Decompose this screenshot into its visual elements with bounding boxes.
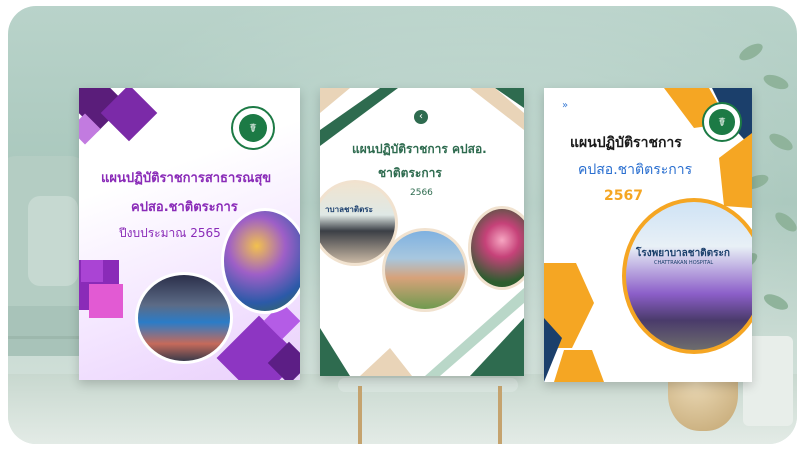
- photo-banner-text: าบาลชาติตระ: [325, 205, 373, 214]
- background-table: [338, 378, 518, 392]
- plan-cover-2566[interactable]: ‹ แผนปฏิบัติราชการ คปสอ. ชาติตระการ 2566…: [320, 88, 524, 376]
- background-cushion: [28, 196, 78, 286]
- cover-year: 2567: [604, 188, 643, 204]
- cover-title: แผนปฏิบัติราชการสาธารณสุข: [101, 171, 272, 186]
- ministry-logo-icon: ☤: [702, 102, 742, 142]
- table-leg: [358, 386, 362, 444]
- chevron-right-icon: »: [562, 100, 569, 111]
- chevron-left-icon: ‹: [414, 110, 428, 124]
- building-photo: [382, 228, 468, 312]
- event-photo: [221, 208, 300, 314]
- photo-banner-text: โรงพยาบาลชาติตระก: [636, 248, 730, 259]
- cover-year: 2566: [410, 188, 433, 198]
- plan-cover-2565[interactable]: ☤ แผนปฏิบัติราชการสาธารณสุข คปสอ.ชาติตระ…: [79, 88, 300, 380]
- cover-title: แผนปฏิบัติราชการ: [570, 135, 682, 151]
- table-leg: [498, 386, 502, 444]
- cover-subtitle: ชาติตระการ: [378, 166, 442, 180]
- cover-subtitle: คปสอ.ชาติตระการ: [131, 200, 238, 215]
- cover-year: ปีงบประมาณ 2565: [119, 226, 221, 240]
- cover-subtitle: คปสอ.ชาติตระการ: [578, 162, 693, 178]
- plan-cover-2567[interactable]: » ☤ แผนปฏิบัติราชการ คปสอ.ชาติตระการ 256…: [544, 88, 752, 382]
- ministry-logo-icon: ☤: [231, 106, 275, 150]
- photo-banner-sub: CHATTRAKAN HOSPITAL: [654, 260, 714, 266]
- group-photo: [135, 272, 233, 364]
- background-line: [8, 336, 88, 339]
- cover-title: แผนปฏิบัติราชการ คปสอ.: [352, 142, 487, 156]
